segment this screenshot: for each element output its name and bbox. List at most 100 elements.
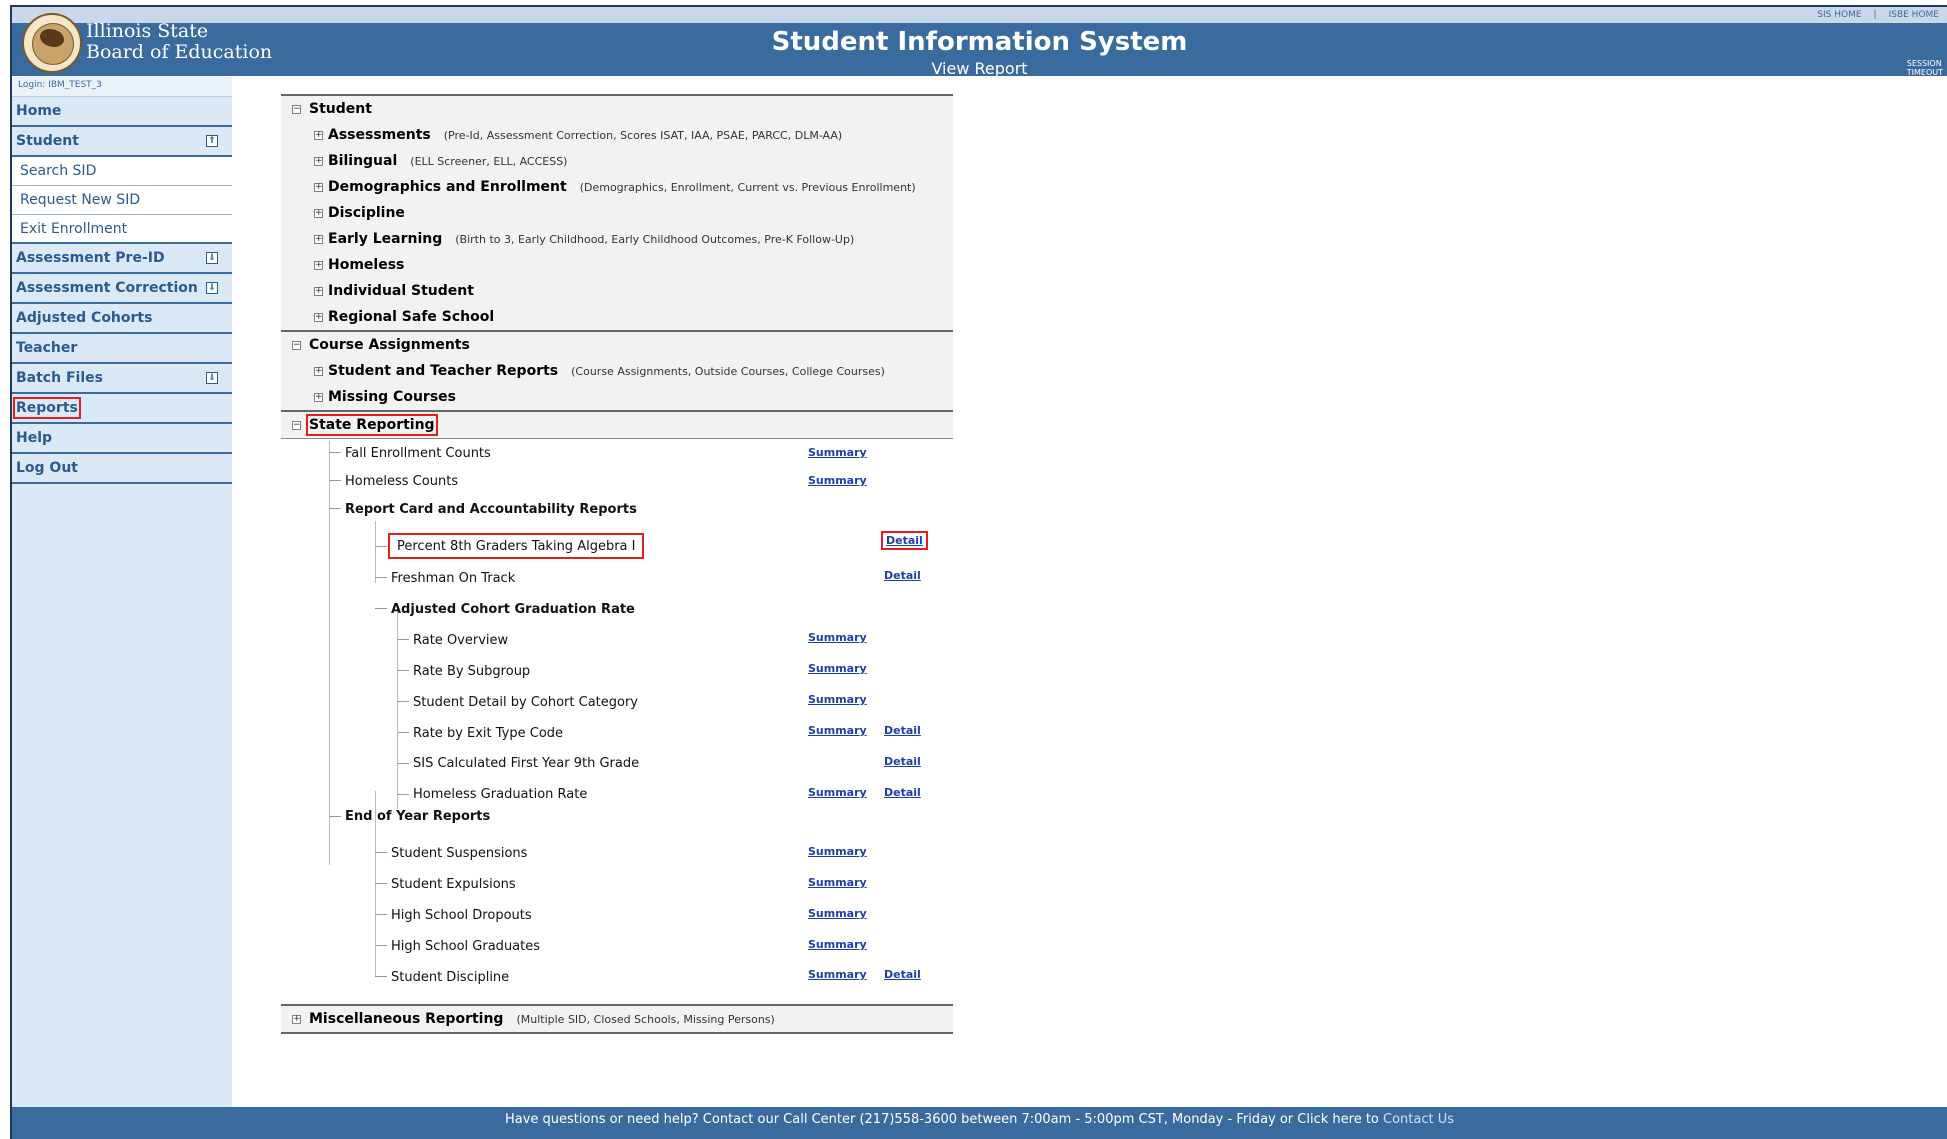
state-reporting-body: Fall Enrollment Counts Summary Homeless … bbox=[281, 439, 953, 1004]
sidebar-item-batch-files[interactable]: Batch Files ⇓ bbox=[12, 364, 232, 394]
node-note: (Course Assignments, Outside Courses, Co… bbox=[571, 364, 885, 378]
tree-node-homeless[interactable]: + Homeless bbox=[281, 252, 953, 278]
collapse-icon[interactable]: ⇑ bbox=[206, 135, 218, 147]
session-timeout: SESSION TIMEOUT bbox=[1907, 59, 1943, 77]
section-header-student[interactable]: − Student bbox=[281, 96, 953, 122]
collapse-icon[interactable]: − bbox=[292, 104, 301, 114]
tree-connector bbox=[329, 816, 341, 817]
section-header-miscellaneous[interactable]: + Miscellaneous Reporting (Multiple SID, C… bbox=[281, 1006, 953, 1032]
summary-link[interactable]: Summary bbox=[808, 786, 867, 799]
summary-link[interactable]: Summary bbox=[808, 907, 867, 920]
tree-node-missing-courses[interactable]: + Missing Courses bbox=[281, 384, 953, 410]
tree-guide-line bbox=[397, 607, 398, 729]
tree-node-end-of-year[interactable]: End of Year Reports bbox=[345, 805, 490, 827]
tree-connector bbox=[375, 914, 387, 915]
section-title: Course Assignments bbox=[309, 337, 470, 353]
tree-leaf-student-detail-cohort: Student Detail by Cohort Category bbox=[413, 694, 638, 710]
expand-icon[interactable]: + bbox=[314, 182, 323, 192]
tree-node-assessments[interactable]: + Assessments (Pre-Id, Assessment Correcti… bbox=[281, 122, 953, 148]
expand-icon[interactable]: ⇓ bbox=[206, 282, 218, 294]
sidebar-item-exit-enrollment[interactable]: Exit Enrollment bbox=[12, 215, 232, 244]
sidebar: Login: IBM_TEST_3 Home Student ⇑ Search S… bbox=[12, 77, 232, 1107]
sidebar-item-adjusted-cohorts[interactable]: Adjusted Cohorts bbox=[12, 304, 232, 334]
summary-link[interactable]: Summary bbox=[808, 845, 867, 858]
section-title: Student bbox=[309, 101, 372, 117]
summary-link[interactable]: Summary bbox=[808, 446, 867, 459]
tree-connector bbox=[329, 508, 341, 509]
section-header-state-reporting[interactable]: − State Reporting bbox=[281, 412, 953, 439]
expand-icon[interactable]: + bbox=[314, 208, 323, 218]
expand-icon[interactable]: + bbox=[314, 260, 323, 270]
summary-link[interactable]: Summary bbox=[808, 474, 867, 487]
summary-link[interactable]: Summary bbox=[808, 724, 867, 737]
summary-link[interactable]: Summary bbox=[808, 631, 867, 644]
expand-icon[interactable]: + bbox=[292, 1014, 301, 1024]
sidebar-item-help[interactable]: Help bbox=[12, 424, 232, 454]
node-note: (Pre-Id, Assessment Correction, Scores I… bbox=[443, 128, 843, 142]
tree-connector bbox=[375, 976, 387, 977]
sidebar-item-student[interactable]: Student ⇑ bbox=[12, 127, 232, 157]
expand-icon[interactable]: ⇓ bbox=[206, 372, 218, 384]
expand-icon[interactable]: + bbox=[314, 366, 323, 376]
tree-node-discipline[interactable]: + Discipline bbox=[281, 200, 953, 226]
collapse-icon[interactable]: − bbox=[292, 340, 301, 350]
summary-link[interactable]: Summary bbox=[808, 938, 867, 951]
separator: | bbox=[1873, 10, 1877, 20]
detail-link[interactable]: Detail bbox=[884, 724, 921, 737]
expand-icon[interactable]: + bbox=[314, 392, 323, 402]
detail-link[interactable]: Detail bbox=[881, 531, 928, 550]
detail-link[interactable]: Detail bbox=[884, 968, 921, 981]
tree-node-student-teacher-reports[interactable]: + Student and Teacher Reports (Course Assi… bbox=[281, 358, 953, 384]
sidebar-item-assessment-correction[interactable]: Assessment Correction ⇓ bbox=[12, 274, 232, 304]
expand-icon[interactable]: ⇓ bbox=[206, 252, 218, 264]
tree-connector bbox=[397, 763, 409, 764]
detail-link[interactable]: Detail bbox=[884, 755, 921, 768]
tree-connector bbox=[375, 852, 387, 853]
expand-icon[interactable]: + bbox=[314, 130, 323, 140]
contact-us-link[interactable]: Contact Us bbox=[1383, 1112, 1454, 1127]
tree-guide-line bbox=[397, 729, 398, 809]
node-note: (Demographics, Enrollment, Current vs. P… bbox=[579, 180, 916, 194]
sis-home-link[interactable]: SIS HOME bbox=[1811, 10, 1867, 20]
tree-node-regional-safe-school[interactable]: + Regional Safe School bbox=[281, 304, 953, 330]
detail-link[interactable]: Detail bbox=[884, 786, 921, 799]
isbe-home-link[interactable]: ISBE HOME bbox=[1883, 10, 1945, 20]
report-tree: − Student + Assessments (Pre-Id, Assessment… bbox=[281, 94, 953, 1034]
sidebar-item-label: Request New SID bbox=[20, 192, 141, 208]
sidebar-item-label: Batch Files bbox=[16, 370, 103, 386]
tree-node-demographics[interactable]: + Demographics and Enrollment (Demographic… bbox=[281, 174, 953, 200]
sidebar-item-assessment-pre-id[interactable]: Assessment Pre-ID ⇓ bbox=[12, 244, 232, 274]
expand-icon[interactable]: + bbox=[314, 286, 323, 296]
sidebar-item-search-sid[interactable]: Search SID bbox=[12, 157, 232, 186]
section-student: − Student + Assessments (Pre-Id, Assessment… bbox=[281, 94, 953, 330]
summary-link[interactable]: Summary bbox=[808, 876, 867, 889]
tree-node-adjusted-cohort[interactable]: Adjusted Cohort Graduation Rate bbox=[391, 598, 635, 620]
sidebar-item-teacher[interactable]: Teacher bbox=[12, 334, 232, 364]
footer: Have questions or need help? Contact our… bbox=[12, 1107, 1947, 1139]
section-header-course-assignments[interactable]: − Course Assignments bbox=[281, 332, 953, 358]
tree-node-early-learning[interactable]: + Early Learning (Birth to 3, Early Childh… bbox=[281, 226, 953, 252]
collapse-icon[interactable]: − bbox=[292, 420, 301, 430]
tree-node-report-card[interactable]: Report Card and Accountability Reports bbox=[345, 498, 637, 520]
summary-link[interactable]: Summary bbox=[808, 968, 867, 981]
expand-icon[interactable]: + bbox=[314, 312, 323, 322]
section-title: Miscellaneous Reporting bbox=[309, 1011, 504, 1027]
tree-node-individual-student[interactable]: + Individual Student bbox=[281, 278, 953, 304]
tree-leaf-sis-first-year: SIS Calculated First Year 9th Grade bbox=[413, 755, 640, 771]
node-label: Student and Teacher Reports bbox=[328, 363, 559, 379]
sidebar-item-label: Exit Enrollment bbox=[20, 220, 128, 237]
tree-connector bbox=[397, 732, 409, 733]
sidebar-item-reports[interactable]: Reports bbox=[12, 394, 232, 424]
sidebar-item-label: Assessment Pre-ID bbox=[16, 250, 165, 266]
expand-icon[interactable]: + bbox=[314, 234, 323, 244]
tree-leaf-rate-exit-type: Rate by Exit Type Code bbox=[413, 725, 564, 741]
tree-node-bilingual[interactable]: + Bilingual (ELL Screener, ELL, ACCESS) bbox=[281, 148, 953, 174]
summary-link[interactable]: Summary bbox=[808, 662, 867, 675]
sidebar-item-log-out[interactable]: Log Out bbox=[12, 454, 232, 484]
node-note: (Multiple SID, Closed Schools, Missing P… bbox=[516, 1012, 775, 1026]
detail-link[interactable]: Detail bbox=[884, 569, 921, 582]
expand-icon[interactable]: + bbox=[314, 156, 323, 166]
sidebar-item-request-new-sid[interactable]: Request New SID bbox=[12, 186, 232, 215]
sidebar-item-home[interactable]: Home bbox=[12, 97, 232, 127]
summary-link[interactable]: Summary bbox=[808, 693, 867, 706]
